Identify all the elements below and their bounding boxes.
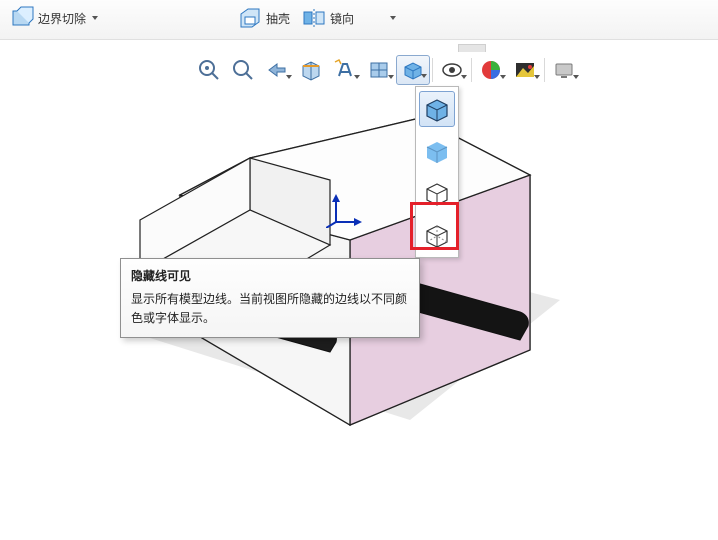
boundary-cut-label: 边界切除 [38,10,86,27]
display-option-shaded-with-edges[interactable] [419,91,455,127]
zoom-area-button[interactable] [226,55,260,85]
display-option-hidden-lines-visible[interactable] [419,217,455,253]
view-settings-button[interactable] [547,55,581,85]
chevron-down-icon [500,75,506,79]
previous-view-button[interactable] [260,55,294,85]
display-option-shaded[interactable] [419,133,455,169]
view-orientation-button[interactable] [362,55,396,85]
hide-show-button[interactable] [435,55,469,85]
toolbar-separator [544,58,545,82]
toolbar-separator [471,58,472,82]
tooltip-title: 隐藏线可见 [131,267,409,284]
mirror-label: 镜向 [330,10,354,27]
tooltip-body: 显示所有模型边线。当前视图所隐藏的边线以不同颜色或字体显示。 [131,290,409,327]
display-style-dropdown [415,86,459,258]
boundary-cut-icon [10,6,34,30]
section-view-button[interactable] [294,55,328,85]
chevron-down-icon [286,75,292,79]
mirror-icon [302,6,326,30]
orientation-triad [326,194,362,228]
shell-label: 抽壳 [266,10,290,27]
chevron-down-icon [92,16,98,20]
chevron-down-icon [354,75,360,79]
ribbon-group-cut: 边界切除 [6,2,102,32]
chevron-down-icon [388,75,394,79]
zoom-to-fit-button[interactable] [192,55,226,85]
chevron-down-icon [461,75,467,79]
dynamic-annotation-button[interactable] [328,55,362,85]
display-style-button[interactable] [396,55,430,85]
boundary-cut-button[interactable]: 边界切除 [6,4,102,32]
chevron-down-icon [534,75,540,79]
apply-scene-button[interactable] [508,55,542,85]
chevron-down-icon [421,74,427,78]
heads-up-toolbar [190,52,583,88]
ribbon-bar: 边界切除 抽壳 镜向 [0,0,718,40]
ribbon-group-features: 抽壳 镜向 [234,2,396,32]
shell-button[interactable]: 抽壳 [234,4,294,32]
shell-icon [238,6,262,30]
chevron-down-icon [390,16,396,20]
display-option-hidden-lines-removed[interactable] [419,175,455,211]
edit-appearance-button[interactable] [474,55,508,85]
tooltip: 隐藏线可见 显示所有模型边线。当前视图所隐藏的边线以不同颜色或字体显示。 [120,258,420,338]
toolbar-separator [432,58,433,82]
mirror-button[interactable]: 镜向 [298,4,358,32]
chevron-down-icon [573,75,579,79]
